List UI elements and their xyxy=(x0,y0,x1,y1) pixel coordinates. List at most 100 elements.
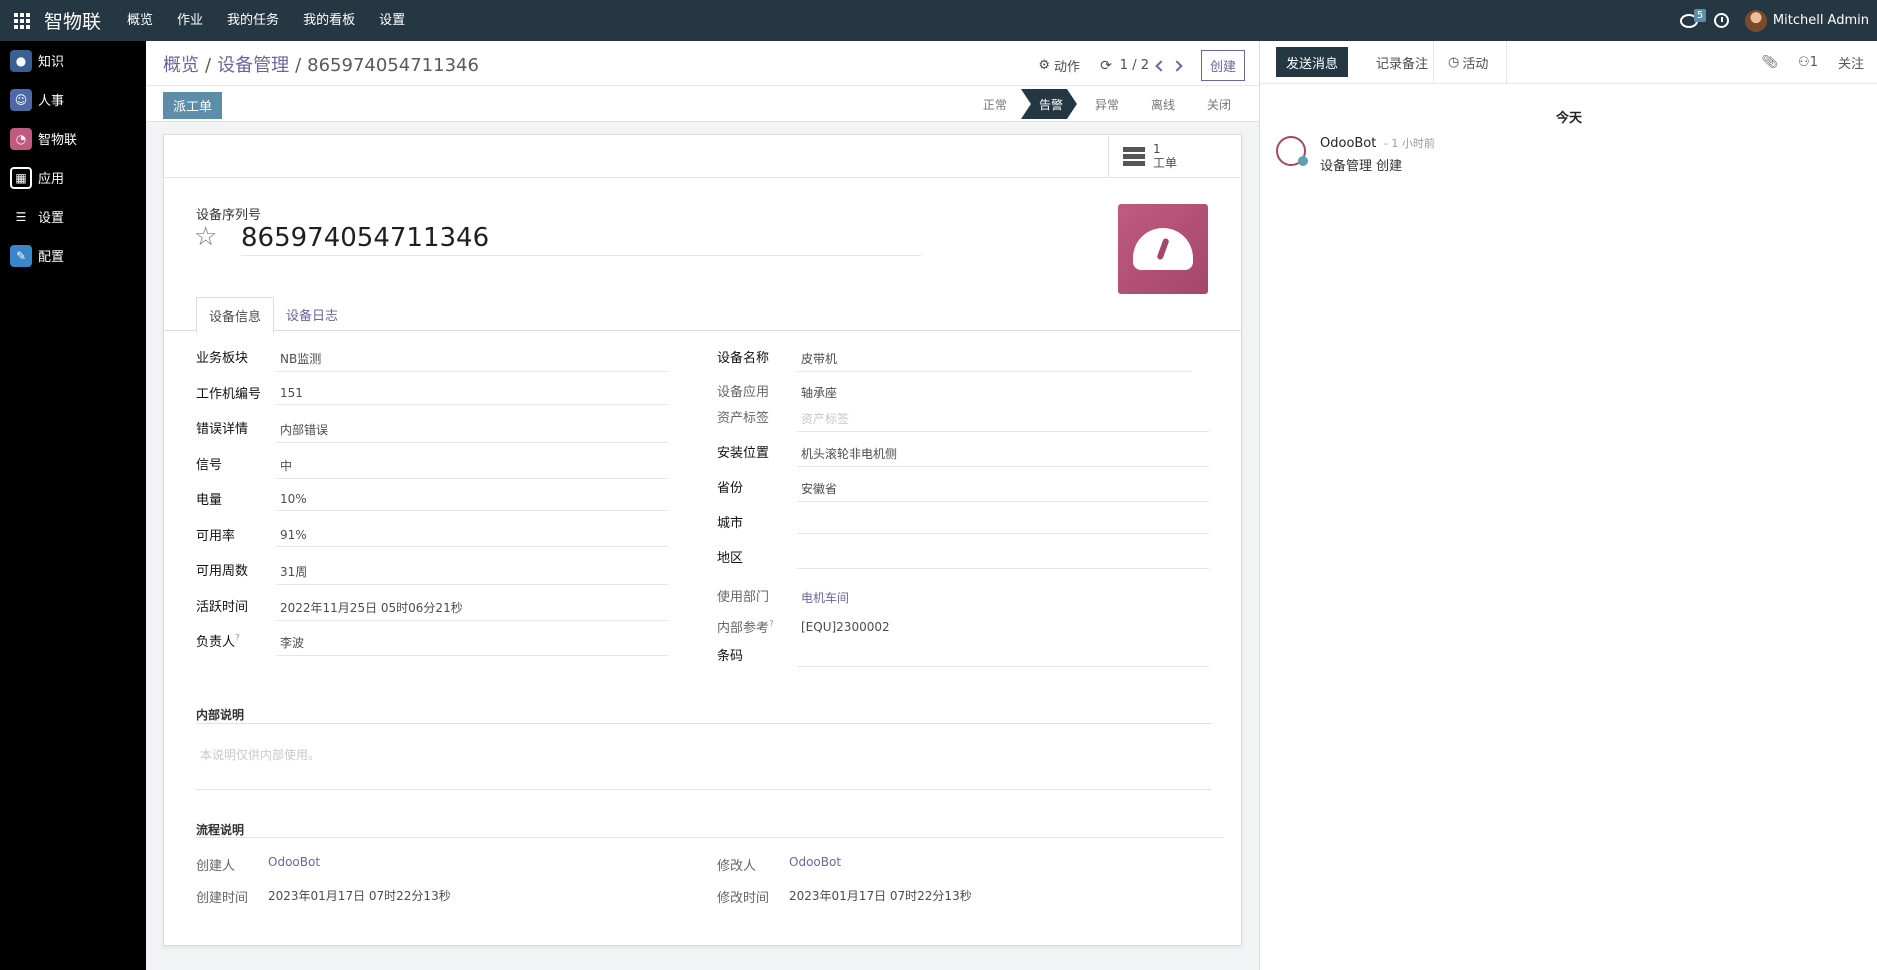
left-sidebar: ● 知识 ☺ 人事 ◔ 智物联 ▦ 应用 ☰ 设置 ✎ 配置 xyxy=(0,41,146,970)
device-image[interactable] xyxy=(1118,204,1208,294)
log-note-button[interactable]: 记录备注 xyxy=(1366,47,1438,77)
modified-time-value: 2023年01月17日 07时22分13秒 xyxy=(789,889,972,903)
field-city: 城市 xyxy=(717,512,1209,534)
field-asset-tag: 资产标签 资产标签 xyxy=(717,407,1209,432)
avatar xyxy=(1744,9,1767,32)
status-normal[interactable]: 正常 xyxy=(965,89,1021,119)
field-district: 地区 xyxy=(717,547,1209,569)
breadcrumb-overview[interactable]: 概览 xyxy=(163,55,199,76)
creator-link[interactable]: OdooBot xyxy=(264,855,324,877)
field-label: 工作机编号 xyxy=(196,387,262,402)
field-business-segment: 业务板块 NB监测 xyxy=(196,347,668,372)
activity-button[interactable]: ◷ 活动 xyxy=(1438,47,1498,77)
sidebar-item-settings[interactable]: ☰ 设置 xyxy=(0,197,146,236)
chevron-right-icon[interactable] xyxy=(1171,59,1183,72)
activity-label: 活动 xyxy=(1462,56,1489,72)
signal-value[interactable]: 中 xyxy=(276,454,668,479)
install-location-value[interactable]: 机头滚轮非电机侧 xyxy=(797,442,1209,467)
menu-jobs[interactable]: 作业 xyxy=(165,0,215,41)
menu-overview[interactable]: 概览 xyxy=(115,0,165,41)
machine-number-value[interactable]: 151 xyxy=(276,383,668,405)
status-offline[interactable]: 离线 xyxy=(1133,89,1189,119)
menu-my-board[interactable]: 我的看板 xyxy=(291,0,367,41)
menu-settings[interactable]: 设置 xyxy=(367,0,417,41)
field-label: 省份 xyxy=(717,481,744,496)
field-label: 城市 xyxy=(717,516,744,531)
battery-value[interactable]: 10% xyxy=(276,489,668,511)
field-label: 资产标签 xyxy=(717,411,770,426)
asset-tag-input[interactable]: 资产标签 xyxy=(797,407,1209,432)
field-label: 设备应用 xyxy=(717,385,770,400)
user-menu[interactable]: Mitchell Admin xyxy=(1744,9,1869,32)
dispatch-order-button[interactable]: 派工单 xyxy=(163,92,223,119)
action-button[interactable]: ⚙ 动作 xyxy=(1038,56,1080,75)
tab-device-info[interactable]: 设备信息 xyxy=(196,297,275,334)
available-weeks-value[interactable]: 31周 xyxy=(276,560,668,585)
field-label: 负责人? xyxy=(196,633,240,650)
message-author[interactable]: OdooBot xyxy=(1320,136,1376,151)
work-order-smart-button[interactable]: 1 工单 xyxy=(1108,135,1241,177)
divider xyxy=(196,837,1224,838)
active-time-value[interactable]: 2022年11月25日 05时06分21秒 xyxy=(276,596,668,621)
field-availability: 可用率 91% xyxy=(196,525,668,547)
send-message-button[interactable]: 发送消息 xyxy=(1276,47,1349,77)
internal-note-title: 内部说明 xyxy=(196,708,245,722)
chat-icon[interactable]: 5 xyxy=(1679,8,1707,28)
chevron-left-icon[interactable] xyxy=(1155,59,1167,72)
status-bar: 正常 告警 异常 离线 关闭 xyxy=(965,89,1245,119)
menu-my-tasks[interactable]: 我的任务 xyxy=(215,0,291,41)
province-value[interactable]: 安徽省 xyxy=(797,477,1209,502)
star-icon[interactable]: ☆ xyxy=(194,224,217,250)
device-name-value[interactable]: 皮带机 xyxy=(797,347,1192,372)
created-time-value: 2023年01月17日 07时22分13秒 xyxy=(268,889,451,903)
field-label: 条码 xyxy=(717,649,744,664)
field-created-time: 创建时间 2023年01月17日 07时22分13秒 xyxy=(196,887,455,909)
sidebar-item-knowledge[interactable]: ● 知识 xyxy=(0,41,146,80)
department-link[interactable]: 电机车间 xyxy=(797,586,1209,610)
sidebar-item-config[interactable]: ✎ 配置 xyxy=(0,236,146,275)
app-brand[interactable]: 智物联 xyxy=(44,7,101,34)
field-active-time: 活跃时间 2022年11月25日 05时06分21秒 xyxy=(196,596,668,621)
serial-label: 设备序列号 xyxy=(196,208,262,223)
serial-number-field[interactable]: 865974054711346 xyxy=(241,223,921,256)
status-abnormal[interactable]: 异常 xyxy=(1077,89,1133,119)
sidebar-item-hr[interactable]: ☺ 人事 xyxy=(0,80,146,119)
followers-button[interactable]: ⚇1 xyxy=(1798,55,1818,70)
owner-value[interactable]: 李波 xyxy=(276,631,668,656)
field-label: 可用周数 xyxy=(196,564,249,579)
apps-menu-icon[interactable] xyxy=(0,0,44,41)
field-modified-time: 修改时间 2023年01月17日 07时22分13秒 xyxy=(717,887,976,909)
breadcrumb-device-management[interactable]: 设备管理 xyxy=(217,55,289,76)
pager: ⟳ 1 / 2 xyxy=(1100,58,1183,74)
sidebar-item-label: 智物联 xyxy=(38,133,78,148)
field-device-application: 设备应用 轴承座 xyxy=(717,381,1209,405)
refresh-icon[interactable]: ⟳ xyxy=(1100,58,1112,74)
business-segment-value[interactable]: NB监测 xyxy=(276,347,668,372)
paperclip-icon[interactable]: 📎︎ xyxy=(1762,55,1779,70)
pager-value[interactable]: 1 / 2 xyxy=(1120,58,1149,73)
tab-device-log[interactable]: 设备日志 xyxy=(274,297,350,334)
field-label: 信号 xyxy=(196,458,223,473)
sidebar-item-apps[interactable]: ▦ 应用 xyxy=(0,158,146,197)
availability-value[interactable]: 91% xyxy=(276,525,668,547)
status-alarm[interactable]: 告警 xyxy=(1021,89,1077,119)
gear-icon: ⚙ xyxy=(1038,58,1051,73)
follow-button[interactable]: 关注 xyxy=(1838,53,1864,72)
divider xyxy=(196,723,1211,724)
status-closed[interactable]: 关闭 xyxy=(1189,89,1245,119)
district-input[interactable] xyxy=(797,547,1209,569)
field-label: 地区 xyxy=(717,551,744,566)
create-button[interactable]: 创建 xyxy=(1200,50,1245,81)
barcode-input[interactable] xyxy=(797,645,1209,667)
knowledge-icon: ● xyxy=(10,49,32,72)
field-internal-ref: 内部参考? [EQU]2300002 xyxy=(717,617,1209,639)
city-input[interactable] xyxy=(797,512,1209,534)
error-detail-value[interactable]: 内部错误 xyxy=(276,418,668,443)
internal-note-input[interactable]: 本说明仅供内部使用。 xyxy=(200,746,320,763)
modifier-link[interactable]: OdooBot xyxy=(785,855,845,877)
field-label: 使用部门 xyxy=(717,590,770,605)
activity-clock-icon[interactable] xyxy=(1713,13,1729,28)
sidebar-item-iot[interactable]: ◔ 智物联 xyxy=(0,119,146,158)
field-barcode: 条码 xyxy=(717,645,1209,667)
form-tabs: 设备信息 设备日志 xyxy=(196,297,350,334)
